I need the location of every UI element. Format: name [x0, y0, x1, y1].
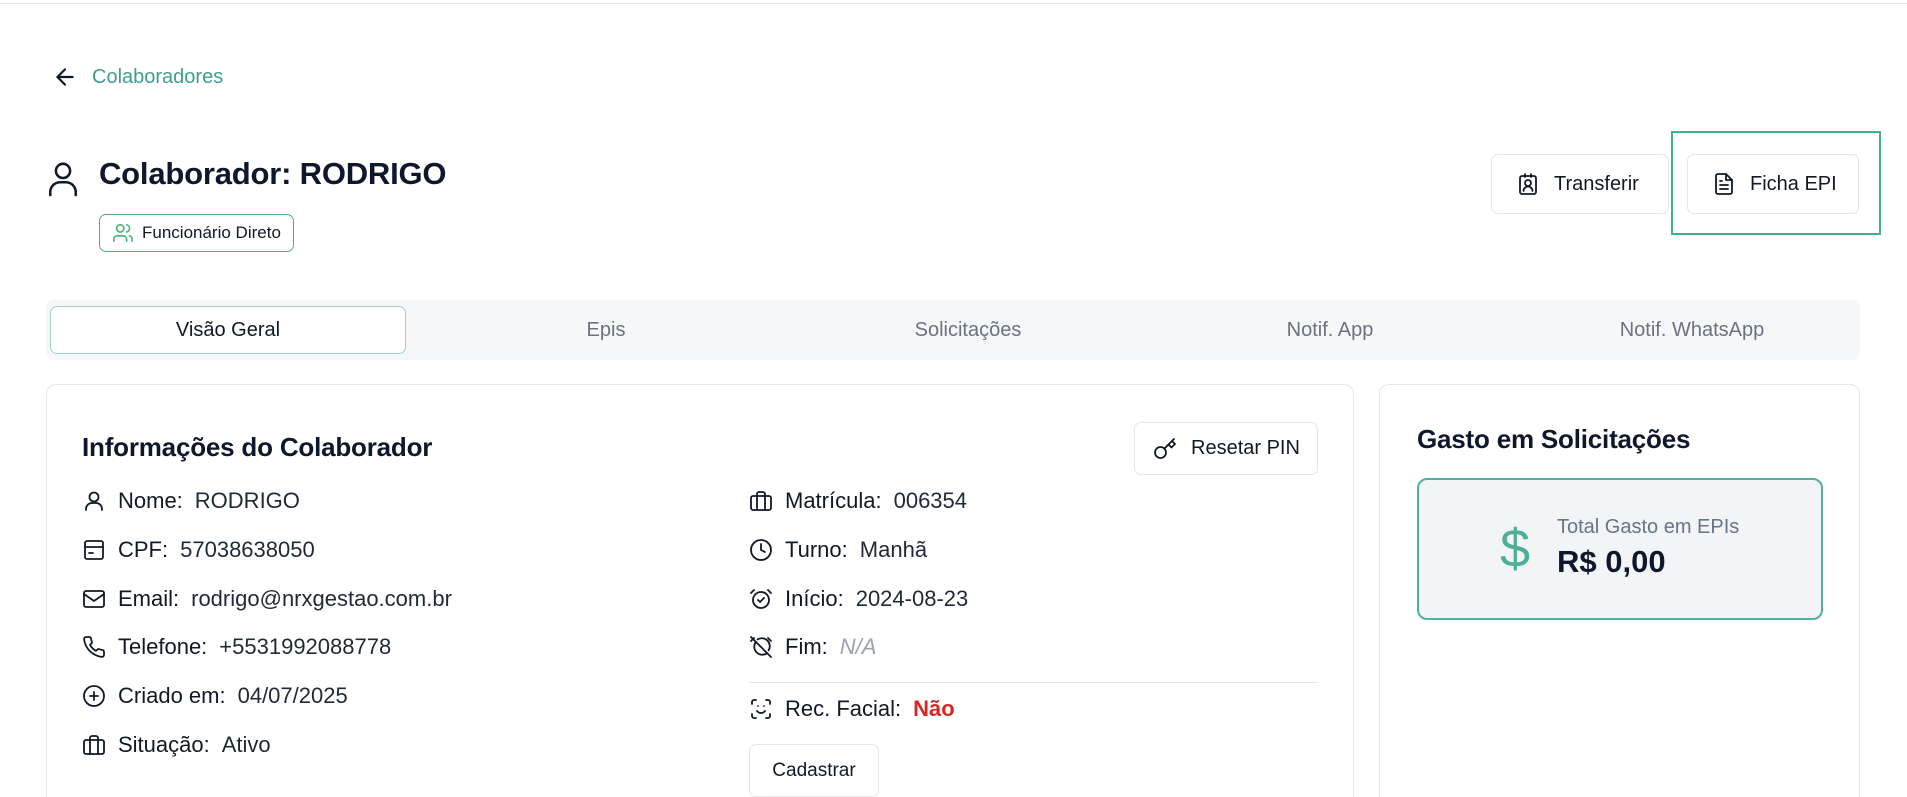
field-inicio: Início: 2024-08-23 — [749, 586, 968, 612]
field-value: N/A — [839, 634, 877, 659]
field-value: 57038638050 — [180, 537, 315, 562]
arrow-left-icon — [56, 68, 74, 86]
field-label: Nome: — [118, 488, 183, 513]
field-value: 04/07/2025 — [237, 683, 348, 708]
employee-type-badge: Funcionário Direto — [99, 214, 294, 252]
field-telefone: Telefone: +5531992088778 — [82, 634, 391, 660]
top-divider — [0, 3, 1907, 4]
alarm-off-icon — [750, 636, 772, 658]
user-icon — [85, 491, 103, 511]
field-email: Email: rodrigo@nrxgestao.com.br — [82, 586, 452, 612]
field-situacao: Situação: Ativo — [82, 732, 271, 758]
info-card-title: Informações do Colaborador — [82, 432, 433, 462]
focus-highlight — [1671, 131, 1881, 235]
contact-transfer-icon — [1519, 173, 1537, 195]
plus-circle-icon — [83, 685, 105, 707]
field-label: Telefone: — [118, 634, 208, 659]
field-fim: Fim: N/A — [749, 634, 876, 660]
field-value: RODRIGO — [194, 488, 300, 513]
page-title: Colaborador: RODRIGO — [99, 156, 447, 191]
transfer-button-label: Transferir — [1554, 172, 1639, 195]
field-value: Ativo — [221, 732, 271, 757]
field-label: Situação: — [118, 732, 210, 757]
transfer-button[interactable]: Transferir — [1491, 154, 1669, 214]
tab-visao-geral[interactable]: Visão Geral — [50, 306, 406, 354]
tab-bar: Visão Geral Epis Solicitações Notif. App… — [46, 300, 1860, 360]
reset-pin-button[interactable]: Resetar PIN — [1134, 422, 1318, 475]
field-label: Turno: — [785, 537, 848, 562]
phone-icon — [83, 636, 105, 658]
field-label: Fim: — [785, 634, 828, 659]
field-value: Não — [913, 696, 955, 721]
tab-solicitacoes[interactable]: Solicitações — [816, 306, 1120, 354]
reset-pin-label: Resetar PIN — [1191, 437, 1300, 459]
field-value: 006354 — [893, 488, 968, 513]
field-turno: Turno: Manhã — [749, 537, 927, 563]
field-value: +5531992088778 — [219, 634, 392, 659]
field-label: Rec. Facial: — [785, 696, 902, 721]
tab-epis[interactable]: Epis — [454, 306, 758, 354]
briefcase-icon — [83, 735, 105, 755]
gasto-card-title: Gasto em Solicitações — [1417, 424, 1691, 454]
field-rec-facial: Rec. Facial: Não — [749, 696, 955, 722]
total-gasto-label: Total Gasto em EPIs — [1557, 516, 1740, 538]
field-label: CPF: — [118, 537, 169, 562]
badge-label: Funcionário Direto — [142, 223, 281, 242]
id-card-icon — [84, 540, 104, 560]
field-label: Email: — [118, 586, 180, 611]
user-icon — [48, 162, 78, 197]
field-criado-em: Criado em: 04/07/2025 — [82, 683, 348, 709]
divider — [749, 682, 1318, 683]
users-icon — [113, 223, 133, 243]
field-value: rodrigo@nrxgestao.com.br — [191, 586, 452, 611]
back-link[interactable]: Colaboradores — [52, 64, 223, 90]
field-label: Criado em: — [118, 683, 226, 708]
back-link-label: Colaboradores — [92, 65, 224, 88]
alarm-check-icon — [750, 589, 772, 609]
field-label: Início: — [785, 586, 844, 611]
total-gasto-value: R$ 0,00 — [1557, 544, 1666, 579]
clock-icon — [750, 539, 772, 561]
face-scan-icon — [751, 699, 771, 719]
field-cpf: CPF: 57038638050 — [82, 537, 315, 563]
field-matricula: Matrícula: 006354 — [749, 488, 967, 514]
field-value: Manhã — [859, 537, 928, 562]
tab-notif-whatsapp[interactable]: Notif. WhatsApp — [1540, 306, 1844, 354]
key-icon — [1154, 437, 1176, 459]
briefcase-icon — [750, 491, 772, 511]
dollar-icon: $ — [1500, 519, 1531, 579]
field-label: Matrícula: — [785, 488, 882, 513]
mail-icon — [83, 590, 105, 608]
tab-notif-app[interactable]: Notif. App — [1178, 306, 1482, 354]
field-value: 2024-08-23 — [855, 586, 969, 611]
field-nome: Nome: RODRIGO — [82, 488, 300, 514]
cadastrar-button[interactable]: Cadastrar — [749, 744, 879, 797]
